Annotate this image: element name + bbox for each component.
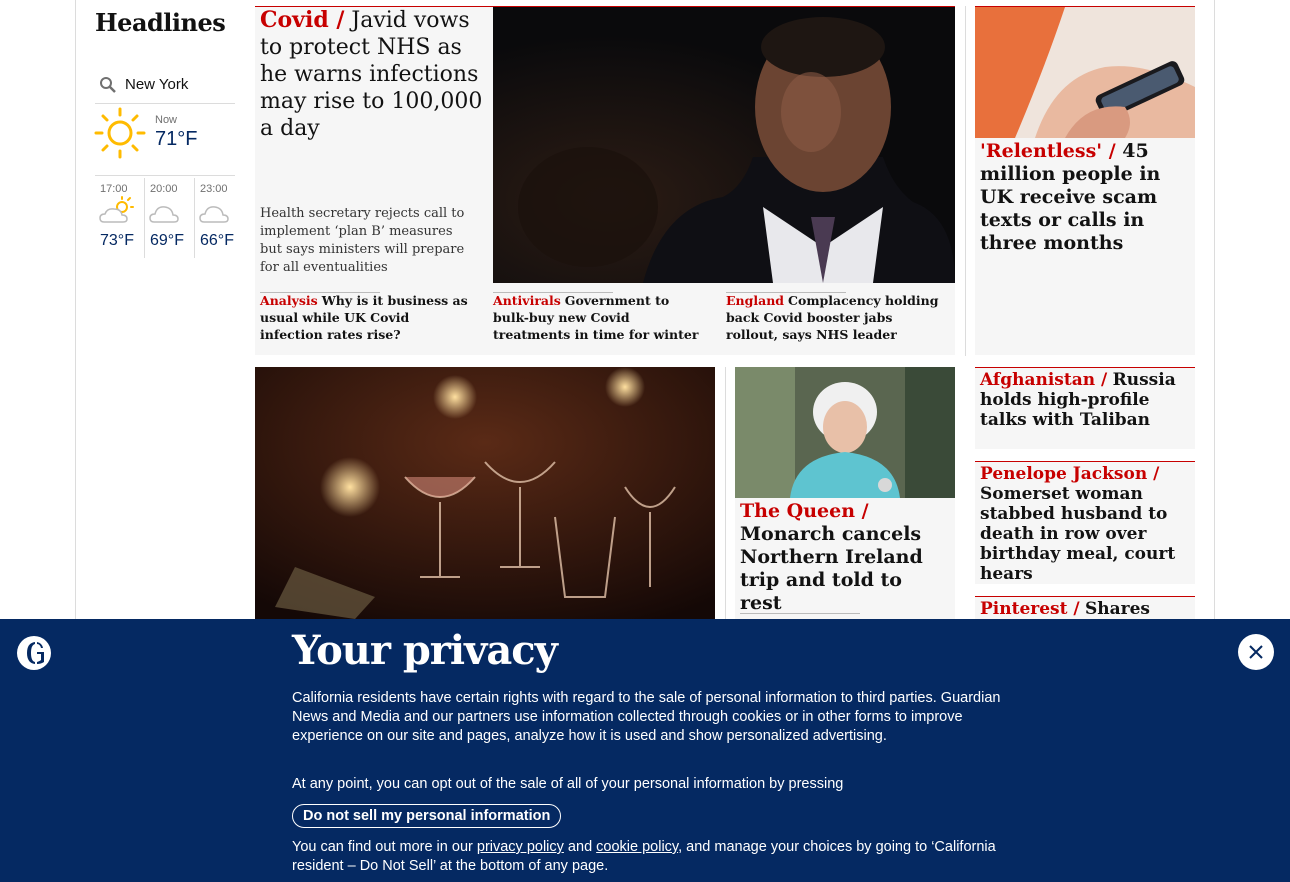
- divider: [740, 613, 860, 614]
- jackson-headline: Somerset woman stabbed husband to death …: [980, 484, 1176, 584]
- lead-standfirst: Health secretary rejects call to impleme…: [260, 206, 465, 275]
- privacy-text-part: You can find out more in our: [292, 839, 477, 855]
- queen-photo-art: [735, 367, 955, 498]
- queen-photo[interactable]: [735, 367, 955, 498]
- jackson-story-card[interactable]: Penelope Jackson / Somerset woman stabbe…: [975, 461, 1195, 584]
- scam-photo[interactable]: [975, 7, 1195, 138]
- forecast-slot: 23:00 66°F: [195, 178, 245, 258]
- cloudy-moon-icon: [149, 206, 179, 223]
- close-icon: [1249, 645, 1263, 659]
- privacy-text: You can find out more in our privacy pol…: [292, 838, 1012, 876]
- forecast-temp: 66°F: [200, 232, 234, 249]
- privacy-title: Your privacy: [292, 627, 558, 674]
- pinterest-kicker: Pinterest /: [980, 599, 1080, 619]
- afghanistan-kicker: Afghanistan /: [980, 370, 1108, 390]
- forecast-temp: 69°F: [150, 232, 184, 249]
- section-title: Headlines: [95, 8, 226, 37]
- forecast-slot: 17:00 73°F: [95, 178, 145, 258]
- cookie-policy-link[interactable]: cookie policy: [596, 839, 678, 855]
- weather-forecast: 17:00 73°F 20:00 69°F 23:00 66°F: [95, 178, 245, 258]
- queen-headline[interactable]: The Queen / Monarch cancels Northern Ire…: [740, 500, 950, 615]
- scam-kicker: 'Relentless' /: [980, 140, 1116, 162]
- privacy-text-part: and: [563, 839, 597, 855]
- weather-now-label: Now: [155, 114, 178, 126]
- sublink[interactable]: Analysis Why is it business as usual whi…: [260, 292, 475, 343]
- privacy-banner: Your privacy California residents have c…: [0, 619, 1290, 882]
- sublink[interactable]: Antivirals Government to bulk-buy new Co…: [493, 292, 708, 343]
- sublink[interactable]: England Complacency holding back Covid b…: [726, 292, 941, 343]
- forecast-slot: 20:00 69°F: [145, 178, 195, 258]
- privacy-text: At any point, you can opt out of the sal…: [292, 776, 844, 792]
- sublink-kicker: Analysis: [260, 293, 318, 308]
- partly-cloudy-sun-icon: [99, 196, 134, 223]
- lead-photo[interactable]: [493, 7, 955, 283]
- privacy-text: California residents have certain rights…: [292, 690, 1001, 744]
- search-icon: [100, 76, 116, 93]
- column-divider: [965, 6, 966, 356]
- queen-kicker: The Queen /: [740, 500, 869, 522]
- scam-headline[interactable]: 'Relentless' / 45 million people in UK r…: [980, 140, 1190, 255]
- forecast-temp: 73°F: [100, 232, 134, 249]
- lead-kicker: Covid /: [260, 7, 345, 33]
- sublink-kicker: England: [726, 293, 785, 308]
- privacy-policy-link[interactable]: privacy policy: [477, 839, 564, 855]
- forecast-time: 17:00: [100, 183, 128, 195]
- weather-now-temp: 71°F: [155, 128, 198, 150]
- forecast-time: 20:00: [150, 183, 178, 195]
- guardian-logo-icon: [17, 636, 51, 670]
- lead-photo-art: [493, 7, 955, 283]
- forecast-time: 23:00: [200, 183, 228, 195]
- weather-location-search[interactable]: New York: [95, 66, 235, 104]
- weather-now: Now 71°F: [94, 106, 235, 176]
- weather-location: New York: [125, 76, 189, 93]
- glasses-photo[interactable]: [255, 367, 715, 619]
- glasses-photo-art: [255, 367, 715, 619]
- cloudy-moon-icon: [199, 206, 229, 223]
- sublink-kicker: Antivirals: [493, 293, 561, 308]
- do-not-sell-button[interactable]: Do not sell my personal information: [292, 804, 562, 828]
- scam-photo-art: [975, 7, 1195, 138]
- sun-icon: [94, 107, 146, 159]
- queen-headline-text: Monarch cancels Northern Ireland trip an…: [740, 523, 923, 614]
- column-divider: [725, 367, 726, 627]
- lead-headline[interactable]: Covid / Javid vows to protect NHS as he …: [260, 7, 485, 142]
- jackson-kicker: Penelope Jackson /: [980, 464, 1160, 484]
- afghanistan-story-card[interactable]: Afghanistan / Russia holds high-profile …: [975, 367, 1195, 449]
- close-button[interactable]: [1238, 634, 1274, 670]
